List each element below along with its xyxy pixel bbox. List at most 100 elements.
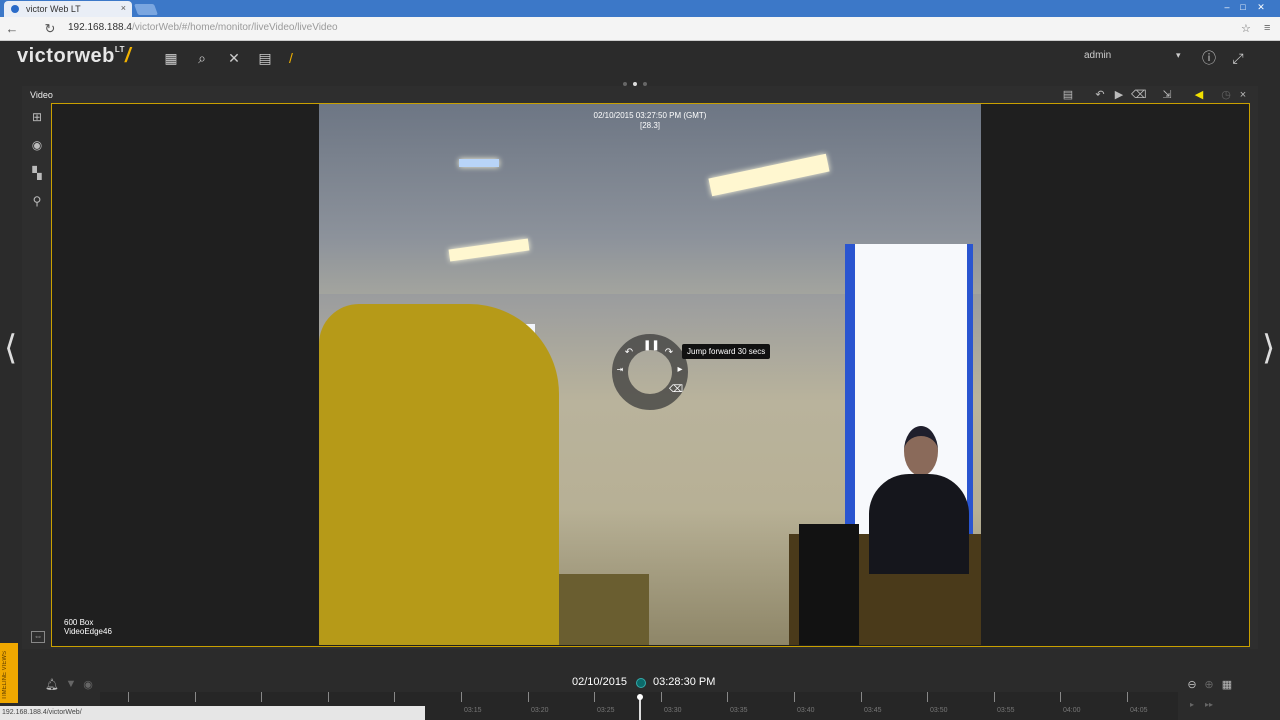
tab-close-icon[interactable]: ×	[121, 3, 126, 13]
timeline-cursor-handle[interactable]	[637, 694, 643, 700]
panel-title: Video	[30, 90, 53, 100]
tab-title: victor Web LT	[26, 4, 81, 14]
browser-status-url: 192.168.188.4/victorWeb/	[0, 706, 425, 720]
address-bar: ← ↻ 192.168.188.4/victorWeb/#/home/monit…	[0, 17, 1280, 41]
timeline-tick	[195, 692, 196, 702]
jump-forward-tooltip: Jump forward 30 secs	[682, 344, 771, 359]
timeline-time: 03:28:30 PM	[653, 676, 716, 688]
browser-tab[interactable]: victor Web LT ×	[4, 1, 132, 17]
play-icon[interactable]: ▶	[1112, 88, 1126, 102]
video-timestamp: 02/10/2015 03:27:50 PM (GMT)	[593, 111, 707, 120]
timeline-views-tab[interactable]: TIMELINE VIEWS	[0, 643, 18, 703]
pause-icon[interactable]: ❚❚	[643, 340, 660, 352]
scene-chair	[319, 304, 559, 645]
clock-icon[interactable]: ◷	[1219, 88, 1233, 102]
filter-icon[interactable]: ▼	[64, 678, 78, 690]
fast-forward-icon[interactable]: ▸▸	[1202, 700, 1216, 709]
timeline-tick	[927, 692, 928, 702]
timeline-label: 03:55	[997, 707, 1015, 714]
rewind-icon[interactable]: ↶	[1093, 88, 1107, 102]
eraser-icon[interactable]: ⌫	[669, 384, 683, 396]
scene-person-head	[904, 426, 938, 476]
record-icon[interactable]: ◉	[29, 137, 45, 153]
timeline-tick	[328, 692, 329, 702]
minimize-icon[interactable]: –	[1220, 2, 1234, 12]
timeline-tick	[794, 692, 795, 702]
tools-icon[interactable]: ✕	[225, 49, 243, 67]
reload-icon[interactable]: ↻	[42, 21, 58, 37]
play-circle-icon[interactable]: ◉	[81, 678, 95, 691]
timeline-tab-label: TIMELINE VIEWS	[2, 651, 8, 700]
eraser-icon[interactable]: ⌫	[1131, 88, 1147, 102]
tiles-icon[interactable]: ▚	[29, 165, 45, 181]
scene-person	[849, 422, 969, 645]
calendar-icon[interactable]: ▦	[1220, 678, 1234, 691]
url-path: /victorWeb/#/home/monitor/liveVideo/live…	[131, 22, 338, 33]
close-icon[interactable]: ×	[1236, 88, 1250, 102]
step-icon[interactable]: ⇥	[614, 364, 626, 376]
timeline-tick	[1127, 692, 1128, 702]
zoom-out-icon[interactable]: ⊖	[1185, 678, 1199, 691]
scene-person-body	[869, 474, 969, 574]
timeline-tick	[394, 692, 395, 702]
timeline-label: 03:35	[730, 707, 748, 714]
play-circle-icon[interactable]: ▸	[674, 364, 686, 376]
timeline-label: 04:00	[1063, 707, 1081, 714]
back-icon[interactable]: ←	[4, 21, 20, 36]
timeline-label: 03:15	[464, 707, 482, 714]
fullscreen-icon[interactable]: ⤢	[1229, 49, 1247, 67]
timeline-tick	[727, 692, 728, 702]
step-forward-icon[interactable]: ▸	[1185, 700, 1199, 709]
user-name[interactable]: admin	[1084, 50, 1111, 61]
timeline-tick	[261, 692, 262, 702]
audio-icon[interactable]: ◀	[1192, 88, 1206, 102]
logo-slash: /	[125, 45, 132, 67]
layout-grid-icon[interactable]: ⊞	[29, 109, 45, 125]
bell-icon[interactable]: 🔔︎	[45, 678, 59, 691]
timeline-label: 03:45	[864, 707, 882, 714]
app-header: victorwebLT/ ▦ ⌕ ✕ ▤ / admin ▾ ⓘ ⤢	[0, 41, 1280, 76]
timeline-label: 03:20	[531, 707, 549, 714]
video-timestamp-overlay: 02/10/2015 03:27:50 PM (GMT) [28.3]	[560, 111, 740, 131]
zoom-in-icon[interactable]: ⊕	[1202, 678, 1216, 691]
timeline-tick	[994, 692, 995, 702]
timeline-tick	[861, 692, 862, 702]
scene-ceiling-light	[459, 159, 499, 167]
list-icon[interactable]: ▤	[1061, 88, 1075, 102]
video-fps: [28.3]	[639, 121, 660, 130]
collapse-icon[interactable]: ⇔	[31, 631, 45, 643]
timeline-label: 03:50	[930, 707, 948, 714]
bookmark-star-icon[interactable]: ☆	[1241, 22, 1251, 35]
next-chevron-icon[interactable]: ⟩	[1262, 328, 1275, 368]
timeline-tick	[661, 692, 662, 702]
live-indicator-icon[interactable]	[636, 678, 646, 688]
previous-chevron-icon[interactable]: ⟨	[4, 328, 17, 368]
grid-icon[interactable]: ▦	[162, 49, 180, 67]
timeline-label: 03:30	[664, 707, 682, 714]
window-close-icon[interactable]: ✕	[1254, 2, 1268, 13]
timeline-tick	[128, 692, 129, 702]
reports-icon[interactable]: ▤	[256, 49, 274, 67]
timeline-tick	[528, 692, 529, 702]
jump-forward-icon[interactable]: ↷	[663, 347, 675, 359]
timeline-cursor-line	[639, 698, 641, 720]
slash-icon[interactable]: /	[282, 49, 300, 67]
maximize-icon[interactable]: □	[1236, 2, 1250, 12]
camera-name: VideoEdge46	[64, 627, 112, 636]
chevron-down-icon[interactable]: ▾	[1176, 50, 1181, 61]
timeline-label: 04:05	[1130, 707, 1148, 714]
logo-suffix: LT	[114, 45, 126, 54]
info-icon[interactable]: ⓘ	[1200, 49, 1218, 67]
new-tab-button[interactable]	[133, 4, 159, 15]
timeline-tick	[461, 692, 462, 702]
search-icon[interactable]: ⌕	[193, 49, 211, 67]
url-host: 192.168.188.4	[68, 22, 132, 33]
timeline-label: 03:40	[797, 707, 815, 714]
export-icon[interactable]: ⇲	[1160, 88, 1174, 102]
map-pin-icon[interactable]: ⚲	[29, 193, 45, 209]
logo-text: victorweb	[17, 45, 115, 67]
url-field[interactable]: 192.168.188.4/victorWeb/#/home/monitor/l…	[68, 22, 338, 33]
jump-back-icon[interactable]: ↶	[623, 347, 635, 359]
browser-tabstrip: victor Web LT × – □ ✕	[0, 0, 1280, 17]
menu-icon[interactable]: ≡	[1264, 22, 1270, 34]
